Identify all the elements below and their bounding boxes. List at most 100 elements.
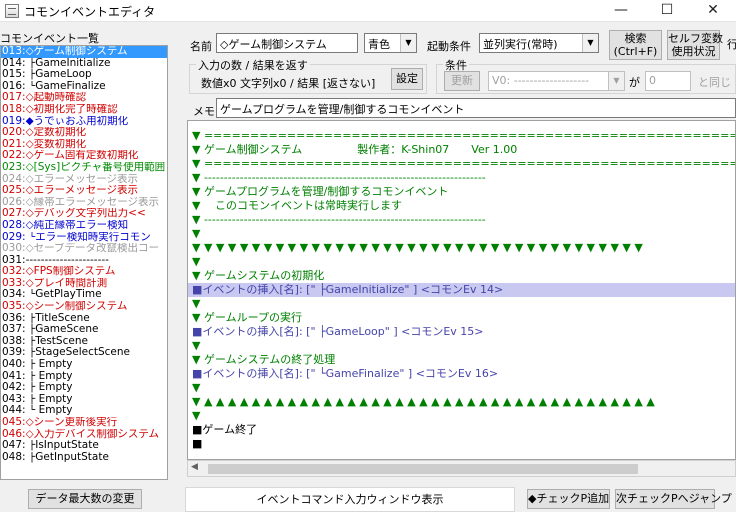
event-command-line[interactable]: ▼ ▲ ▲ ▲ ▲ ▲ ▲ ▲ ▲ ▲ ▲ ▲ ▲ ▲ ▲ ▲ ▲ ▲ ▲ ▲ … xyxy=(188,395,735,409)
memo-field[interactable]: ゲームプログラムを管理/制御するコモンイベント xyxy=(216,98,736,118)
list-item[interactable]: 014: ├GameInitialize xyxy=(1,58,167,70)
list-item[interactable]: 022:◇ゲーム固有定数初期化 xyxy=(1,150,167,162)
scrollbar-thumb[interactable] xyxy=(208,464,638,474)
list-item[interactable]: 041: ├ Empty xyxy=(1,371,167,383)
maximize-button[interactable]: ☐ xyxy=(644,0,690,22)
condition-operator[interactable]: と同じ xyxy=(698,74,731,90)
list-item[interactable]: 027:◇デバッグ文字列出力<< xyxy=(1,208,167,220)
self-variable-usage-label1: セルフ変数 xyxy=(668,32,723,45)
list-item[interactable]: 031:---------------------- xyxy=(1,255,167,267)
event-command-line[interactable]: ▼ ゲームループの実行 xyxy=(188,311,735,325)
common-event-list-header: コモンイベント一覧 xyxy=(0,32,99,45)
list-item[interactable]: 037: ├GameScene xyxy=(1,324,167,336)
event-command-line[interactable]: ▼ --------------------------------------… xyxy=(188,171,735,185)
list-item[interactable]: 048: ├GetInputState xyxy=(1,452,167,464)
list-item[interactable]: 033:◇プレイ時間計測 xyxy=(1,278,167,290)
event-command-line[interactable]: ▼ このコモンイベントは常時実行します xyxy=(188,199,735,213)
list-item[interactable]: 036: ├TitleScene xyxy=(1,313,167,325)
add-checkpoint-button[interactable]: ◆チェックP追加 xyxy=(527,489,610,509)
list-item[interactable]: 045:◇シーン更新後実行 xyxy=(1,417,167,429)
next-checkpoint-button[interactable]: 次チェックPへジャンプ xyxy=(615,489,732,509)
event-name-field[interactable]: ◇ゲーム制御システム xyxy=(216,33,358,53)
search-button-shortcut: (Ctrl+F) xyxy=(613,45,658,58)
list-item[interactable]: 017:◇起動時確認 xyxy=(1,92,167,104)
truncated-label: 行 xyxy=(727,38,736,51)
event-command-line[interactable]: ▼ xyxy=(188,297,735,311)
chevron-down-icon: ▼ xyxy=(400,34,416,52)
list-item[interactable]: 016: └GameFinalize xyxy=(1,81,167,93)
trigger-select[interactable]: 並列実行(常時) ▼ xyxy=(479,33,599,53)
list-item[interactable]: 032:◇FPS制御システム xyxy=(1,266,167,278)
list-item[interactable]: 026:◇縁帯エラーメッセージ表示 xyxy=(1,197,167,209)
self-variable-usage-label2: 使用状況 xyxy=(671,45,716,58)
list-item[interactable]: 019:◆うでぃおふ用初期化 xyxy=(1,116,167,128)
app-icon xyxy=(5,4,19,18)
list-item[interactable]: 021:◇変数初期化 xyxy=(1,139,167,151)
command-input-window-toggle[interactable]: イベントコマンド入力ウィンドウ表示 xyxy=(185,487,515,512)
list-item[interactable]: 047: ├IsInputState xyxy=(1,440,167,452)
event-command-line[interactable]: ▼ ゲームプログラムを管理/制御するコモンイベント xyxy=(188,185,735,199)
list-item[interactable]: 034: └GetPlayTime xyxy=(1,289,167,301)
event-command-line[interactable]: ▼ --------------------------------------… xyxy=(188,213,735,227)
condition-update-button[interactable]: 更新 xyxy=(444,71,480,91)
list-item[interactable]: 023:◇[Sys]ピクチャ番号使用範囲 xyxy=(1,162,167,174)
name-label: 名前 xyxy=(190,40,212,53)
memo-label: メモ xyxy=(193,105,215,118)
editor-horizontal-scrollbar[interactable]: ◀ xyxy=(187,460,736,477)
event-command-line[interactable]: ▼ xyxy=(188,381,735,395)
title-bar: コモンイベントエディタ — ☐ ✕ xyxy=(0,0,736,22)
search-button[interactable]: 検索 (Ctrl+F) xyxy=(609,30,662,60)
minimize-button[interactable]: — xyxy=(598,0,644,22)
list-item[interactable]: 025:◇エラーメッセージ表示 xyxy=(1,185,167,197)
list-item[interactable]: 043: ├ Empty xyxy=(1,394,167,406)
list-item[interactable]: 028:◇純正縁帯エラー検知 xyxy=(1,220,167,232)
search-button-label: 検索 xyxy=(624,32,647,45)
event-command-line[interactable]: ▼ ======================================… xyxy=(188,129,735,143)
list-item[interactable]: 040: ├ Empty xyxy=(1,359,167,371)
common-event-list[interactable]: 013:◇ゲーム制御システム 014: ├GameInitialize 015: ├… xyxy=(0,45,168,480)
event-command-line[interactable]: ▼ ゲーム制御システム 製作者：K-Shin07 Ver 1.00 xyxy=(188,143,735,157)
condition-number-value: 0 xyxy=(649,74,656,87)
event-command-line[interactable]: ■ゲーム終了 xyxy=(188,423,735,437)
condition-variable-select[interactable]: V0: ------------------- ▼ xyxy=(488,71,625,91)
list-item[interactable]: 015: ├GameLoop xyxy=(1,69,167,81)
color-select[interactable]: 青色 ▼ xyxy=(364,33,417,53)
list-item[interactable]: 039: ├StageSelectScene xyxy=(1,347,167,359)
event-command-editor[interactable]: ▼ ======================================… xyxy=(187,120,736,460)
common-event-list-panel: コモンイベント一覧 013:◇ゲーム制御システム 014: ├GameInitia… xyxy=(0,30,168,480)
input-output-summary: 数値x0 文字列x0 / 結果 [返さない] xyxy=(201,77,376,90)
event-command-line[interactable]: ■イベントの挿入[名]: [" ├GameLoop" ] <コモンEv 15> xyxy=(188,325,735,339)
event-command-line[interactable]: ▼ ゲームシステムの初期化 xyxy=(188,269,735,283)
list-item[interactable]: 035:◇シーン制御システム xyxy=(1,301,167,313)
list-item[interactable]: 042: ├ Empty xyxy=(1,382,167,394)
window-title: コモンイベントエディタ xyxy=(24,5,156,19)
event-command-line[interactable]: ▼ xyxy=(188,339,735,353)
list-item[interactable]: 020:◇定数初期化 xyxy=(1,127,167,139)
event-command-line[interactable]: ▼ xyxy=(188,409,735,423)
list-item[interactable]: 013:◇ゲーム制御システム xyxy=(1,46,167,58)
event-command-line[interactable]: ▼ xyxy=(188,227,735,241)
event-command-line[interactable]: ▼ ゲームシステムの終了処理 xyxy=(188,353,735,367)
chevron-down-icon: ▼ xyxy=(582,34,598,52)
list-item[interactable]: 018:◇初期化完了時確認 xyxy=(1,104,167,116)
event-command-line[interactable]: ▼ xyxy=(188,255,735,269)
event-command-line[interactable]: ■ xyxy=(188,437,735,451)
event-command-line[interactable]: ▼ ======================================… xyxy=(188,157,735,171)
self-variable-usage-button[interactable]: セルフ変数 使用状況 xyxy=(667,30,723,60)
change-max-data-button[interactable]: データ最大数の変更 xyxy=(28,489,142,509)
close-button[interactable]: ✕ xyxy=(690,0,736,22)
list-item[interactable]: 044: └ Empty xyxy=(1,405,167,417)
scroll-left-arrow-icon[interactable]: ◀ xyxy=(191,462,198,472)
list-item[interactable]: 046:◇入力デバイス制御システム xyxy=(1,429,167,441)
trigger-label: 起動条件 xyxy=(427,40,471,53)
list-item[interactable]: 038: ├TestScene xyxy=(1,336,167,348)
input-output-group-title: 入力の数 / 結果を返す xyxy=(196,57,310,73)
event-command-line[interactable]: ▼ ▼ ▼ ▼ ▼ ▼ ▼ ▼ ▼ ▼ ▼ ▼ ▼ ▼ ▼ ▼ ▼ ▼ ▼ ▼ … xyxy=(188,241,735,255)
io-settings-button[interactable]: 設定 xyxy=(391,68,423,90)
list-item[interactable]: 024:◇エラーメッセージ表示 xyxy=(1,174,167,186)
list-item[interactable]: 030:◇セーブデータ改竄検出コー xyxy=(1,243,167,255)
list-item[interactable]: 029: └エラー検知時実行コモン xyxy=(1,232,167,244)
event-command-line[interactable]: ■イベントの挿入[名]: [" └GameFinalize" ] <コモンEv … xyxy=(188,367,735,381)
condition-number-stepper[interactable]: 0 xyxy=(645,71,691,91)
event-command-line[interactable]: ■イベントの挿入[名]: [" ├GameInitialize" ] <コモンE… xyxy=(188,283,735,297)
